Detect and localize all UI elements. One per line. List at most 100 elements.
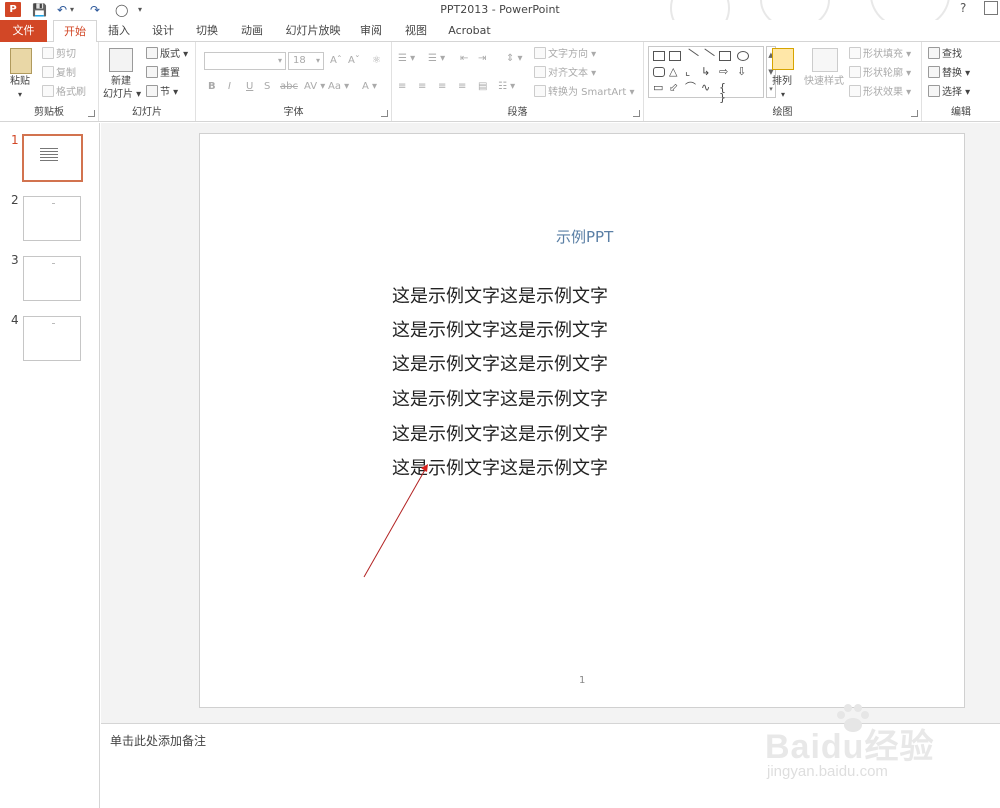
character-spacing-button[interactable]: AV ▾: [304, 80, 325, 94]
restore-window-button[interactable]: [984, 1, 998, 15]
shape-effects-button[interactable]: 形状效果 ▾: [849, 85, 911, 100]
align-right-button[interactable]: ≡: [438, 80, 446, 94]
textbox-shape-icon[interactable]: [653, 51, 665, 61]
shadow-button[interactable]: S: [264, 80, 270, 94]
strikethrough-button[interactable]: abc: [280, 80, 298, 94]
new-slide-button[interactable]: 幻灯片 ▾: [103, 88, 141, 102]
align-center-button[interactable]: ≡: [418, 80, 426, 94]
quick-styles-button[interactable]: 快速样式: [804, 75, 844, 89]
increase-indent-button[interactable]: ⇥: [478, 52, 486, 66]
align-text-button[interactable]: 对齐文本 ▾: [534, 66, 596, 81]
tab-animations[interactable]: 动画: [232, 20, 272, 42]
cut-button[interactable]: 剪切: [42, 47, 76, 62]
tab-transitions[interactable]: 切换: [188, 20, 226, 42]
reset-button[interactable]: 重置: [146, 66, 180, 81]
underline-button[interactable]: U: [246, 80, 253, 94]
slide-thumbnail-2[interactable]: [23, 196, 81, 241]
section-button[interactable]: 节 ▾: [146, 85, 178, 100]
columns-button[interactable]: ☷ ▾: [498, 80, 515, 94]
line-shape-icon[interactable]: [683, 48, 699, 64]
rounded-rectangle-shape-icon[interactable]: [653, 67, 665, 77]
shapes-gallery[interactable]: △ ⌞ ↳ ⇨ ⇩ ▭ ⬃ ⌒ ∿ { }: [648, 46, 764, 103]
copy-button[interactable]: 复制: [42, 66, 76, 81]
line-spacing-button[interactable]: ⇕ ▾: [506, 52, 523, 66]
italic-button[interactable]: I: [228, 80, 231, 94]
font-name-field[interactable]: ▾: [204, 52, 286, 70]
paragraph-launcher-icon[interactable]: [633, 110, 640, 117]
quick-styles-icon[interactable]: [812, 48, 838, 72]
justify-button[interactable]: ≡: [458, 80, 466, 94]
slide-thumbnail-1[interactable]: [22, 134, 83, 182]
curve-shape-icon[interactable]: ∿: [701, 82, 713, 93]
paste-button[interactable]: 粘贴: [10, 75, 30, 89]
tab-insert[interactable]: 插入: [100, 20, 138, 42]
arrange-button[interactable]: 排列: [772, 75, 792, 89]
slides-group: 新建 幻灯片 ▾ 版式 ▾ 重置 节 ▾ 幻灯片: [99, 42, 196, 121]
numbering-button[interactable]: ☰ ▾: [428, 52, 445, 66]
vertical-textbox-shape-icon[interactable]: [669, 51, 681, 61]
tab-slideshow[interactable]: 幻灯片放映: [280, 20, 346, 42]
slide-thumbnail-3[interactable]: [23, 256, 81, 301]
paste-icon[interactable]: [10, 48, 32, 74]
grow-font-button[interactable]: Aˆ: [330, 54, 342, 68]
arc-shape-icon[interactable]: ⌒: [685, 82, 697, 93]
slide-canvas[interactable]: 示例PPT 这是示例文字这是示例文字 这是示例文字这是示例文字 这是示例文字这是…: [199, 133, 965, 708]
notes-placeholder[interactable]: 单击此处添加备注: [110, 732, 206, 749]
new-slide-label-1[interactable]: 新建: [111, 75, 131, 89]
brace-shape-icon[interactable]: { }: [719, 82, 731, 103]
decrease-indent-button[interactable]: ⇤: [460, 52, 468, 66]
down-arrow-shape-icon[interactable]: ⇩: [737, 66, 749, 77]
distributed-button[interactable]: ▤: [478, 80, 487, 94]
tab-design[interactable]: 设计: [144, 20, 182, 42]
arrange-icon[interactable]: [772, 48, 794, 70]
replace-button[interactable]: 替换 ▾: [928, 66, 970, 81]
shape-fill-label: 形状填充: [863, 49, 903, 60]
clipboard-launcher-icon[interactable]: [88, 110, 95, 117]
freeform-shape-icon[interactable]: ▭: [653, 82, 665, 93]
drawing-group: △ ⌞ ↳ ⇨ ⇩ ▭ ⬃ ⌒ ∿ { } ▲ ▼ ▾ 排列 ▾ 快速样式 形状填充…: [644, 42, 922, 121]
format-painter-button[interactable]: 格式刷: [42, 85, 86, 100]
shape-outline-button[interactable]: 形状轮廓 ▾: [849, 66, 911, 81]
new-slide-icon[interactable]: [109, 48, 133, 72]
tab-review[interactable]: 审阅: [352, 20, 390, 42]
font-color-button[interactable]: A ▾: [362, 80, 377, 94]
new-slide-label-2: 幻灯片: [103, 89, 133, 100]
help-button[interactable]: ?: [960, 1, 966, 15]
shrink-font-button[interactable]: Aˇ: [348, 54, 360, 68]
rectangle-shape-icon[interactable]: [719, 51, 731, 61]
lightning-shape-icon[interactable]: ⬃: [669, 82, 681, 93]
binoculars-icon: [928, 47, 940, 59]
tab-acrobat[interactable]: Acrobat: [442, 20, 497, 42]
elbow-arrow-shape-icon[interactable]: ↳: [701, 66, 713, 77]
drawing-launcher-icon[interactable]: [911, 110, 918, 117]
font-size-field[interactable]: 18 ▾: [288, 52, 324, 70]
smartart-icon: [534, 85, 546, 97]
select-label: 选择: [942, 87, 962, 98]
text-direction-button[interactable]: 文字方向 ▾: [534, 47, 596, 62]
tab-file[interactable]: 文件: [0, 20, 47, 42]
shape-fill-button[interactable]: 形状填充 ▾: [849, 47, 911, 62]
select-button[interactable]: 选择 ▾: [928, 85, 970, 100]
arrow-shape-icon[interactable]: [699, 48, 715, 64]
convert-smartart-button[interactable]: 转换为 SmartArt ▾: [534, 85, 635, 100]
oval-shape-icon[interactable]: [737, 51, 749, 61]
find-button[interactable]: 查找: [928, 47, 962, 62]
annotation-arrow: [363, 464, 428, 578]
align-left-button[interactable]: ≡: [398, 80, 406, 94]
paste-dropdown-icon[interactable]: ▾: [18, 88, 22, 102]
font-name-dropdown-icon[interactable]: ▾: [278, 53, 282, 69]
slide-thumbnail-4[interactable]: [23, 316, 81, 361]
font-launcher-icon[interactable]: [381, 110, 388, 117]
bold-button[interactable]: B: [208, 80, 216, 94]
right-arrow-shape-icon[interactable]: ⇨: [719, 66, 731, 77]
elbow-connector-shape-icon[interactable]: ⌞: [685, 66, 697, 77]
change-case-button[interactable]: Aa ▾: [328, 80, 349, 94]
clear-formatting-icon[interactable]: ⚛: [372, 54, 381, 68]
triangle-shape-icon[interactable]: △: [669, 66, 681, 77]
tab-home[interactable]: 开始: [53, 20, 97, 43]
tab-view[interactable]: 视图: [397, 20, 435, 42]
bullets-button[interactable]: ☰ ▾: [398, 52, 415, 66]
layout-button[interactable]: 版式 ▾: [146, 47, 188, 62]
arrange-dropdown-icon[interactable]: ▾: [781, 88, 785, 102]
font-size-dropdown-icon[interactable]: ▾: [316, 53, 320, 69]
